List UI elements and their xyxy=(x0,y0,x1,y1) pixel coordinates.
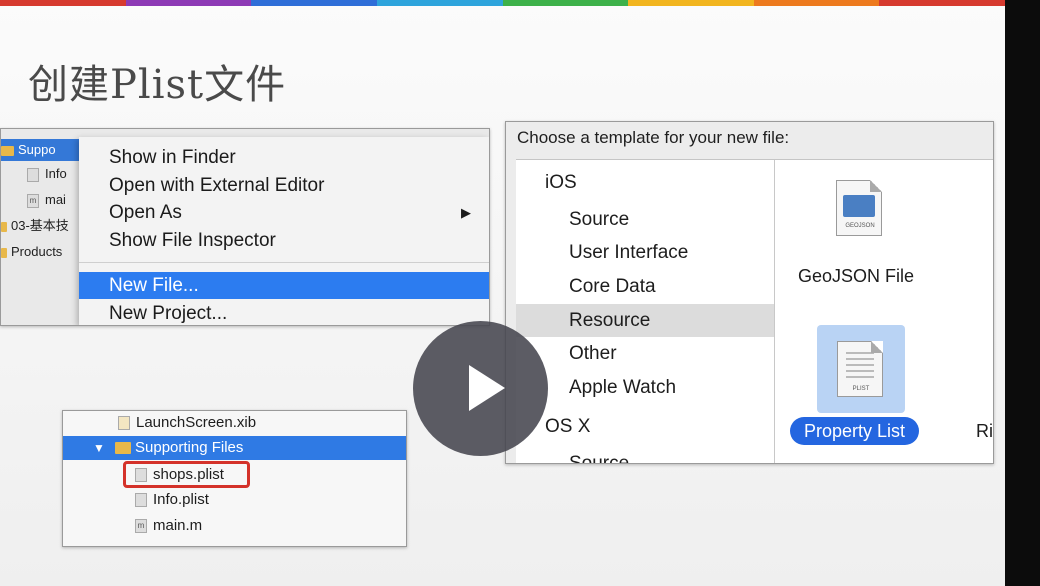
nav-row-main-m[interactable]: m main.m xyxy=(135,514,202,538)
m-file-icon: m xyxy=(27,193,39,208)
folder-icon xyxy=(115,442,131,455)
tree-label: mai xyxy=(45,192,66,207)
tree-row-info[interactable]: Info xyxy=(27,163,67,185)
menu-item-new-file[interactable]: New File... xyxy=(79,272,489,299)
menu-item-show-file-inspector[interactable]: Show File Inspector xyxy=(79,227,489,254)
geojson-file-icon[interactable]: GEOJSON xyxy=(836,180,882,236)
template-grid: GEOJSON GeoJSON File PLIST Property List… xyxy=(775,160,993,463)
tree-label: Suppo xyxy=(18,142,56,157)
stripe-segment xyxy=(125,0,252,6)
category-label: User Interface xyxy=(569,242,689,263)
stripe-segment xyxy=(251,0,378,6)
tree-row-group[interactable]: 03-基本技 xyxy=(1,215,69,237)
menu-item-label: New File... xyxy=(109,275,199,296)
nav-row-label: main.m xyxy=(153,517,203,534)
menu-item-label: Open with External Editor xyxy=(109,175,325,196)
category-ios[interactable]: iOS xyxy=(516,166,803,199)
disclosure-triangle-icon[interactable]: ▼ xyxy=(93,436,115,460)
stripe-segment xyxy=(879,0,1006,6)
template-category-list: iOS Source User Interface Core Data Reso… xyxy=(516,160,775,464)
stripe-segment xyxy=(628,0,755,6)
category-resource[interactable]: Resource xyxy=(516,304,774,337)
xib-file-icon xyxy=(118,416,130,431)
category-label: Source xyxy=(569,453,630,464)
menu-item-label: New Project... xyxy=(109,303,228,324)
tree-row-main[interactable]: m mai xyxy=(27,189,66,211)
template-property-list-label[interactable]: Property List xyxy=(790,417,920,445)
template-partial-label[interactable]: Ri xyxy=(976,421,993,442)
template-chooser-heading: Choose a template for your new file: xyxy=(517,128,790,147)
icon-caption: PLIST xyxy=(852,386,870,392)
folder-icon xyxy=(1,247,7,258)
category-source[interactable]: Source xyxy=(516,203,774,236)
globe-map-icon xyxy=(843,195,875,217)
play-icon xyxy=(469,365,505,411)
nav-row-label: Info.plist xyxy=(153,491,209,508)
category-label: iOS xyxy=(545,172,577,193)
project-navigator-panel: LaunchScreen.xib ▼ Supporting Files shops… xyxy=(62,410,407,547)
m-file-icon: m xyxy=(135,519,147,534)
annotation-highlight-box xyxy=(123,461,250,488)
category-other[interactable]: Other xyxy=(516,337,774,370)
category-osx-source[interactable]: Source xyxy=(516,447,774,464)
stripe-segment xyxy=(502,0,629,6)
list-lines-icon xyxy=(846,352,874,354)
category-apple-watch[interactable]: Apple Watch xyxy=(516,371,774,404)
plist-file-icon xyxy=(27,167,39,182)
nav-row-info-plist[interactable]: Info.plist xyxy=(135,488,209,512)
category-label: Core Data xyxy=(569,276,656,297)
menu-separator xyxy=(79,262,489,263)
category-user-interface[interactable]: User Interface xyxy=(516,236,774,269)
tree-row-products[interactable]: Products xyxy=(1,241,62,263)
category-label: OS X xyxy=(545,416,591,437)
template-geojson-label[interactable]: GeoJSON File xyxy=(798,266,914,287)
submenu-arrow-icon: ▶ xyxy=(461,205,471,220)
category-os-x[interactable]: OS X xyxy=(516,410,774,443)
menu-item-new-project[interactable]: New Project... xyxy=(79,300,489,325)
folder-icon xyxy=(1,145,14,156)
menu-item-open-external-editor[interactable]: Open with External Editor xyxy=(79,172,489,199)
category-label: Source xyxy=(569,209,630,230)
folder-icon xyxy=(1,221,7,232)
context-menu: Show in Finder Open with External Editor… xyxy=(79,137,489,325)
category-core-data[interactable]: Core Data xyxy=(516,270,774,303)
stripe-segment xyxy=(0,0,126,6)
menu-item-open-as[interactable]: Open As ▶ xyxy=(79,199,489,226)
tree-label: Products xyxy=(11,244,63,259)
nav-row-supporting-files[interactable]: ▼ Supporting Files xyxy=(63,436,406,460)
stripe-segment xyxy=(753,0,880,6)
slide-title: 创建Plist文件 xyxy=(28,62,287,108)
icon-caption: GEOJSON xyxy=(845,223,875,229)
video-letterbox xyxy=(1005,0,1040,586)
project-tree: Suppo Info m mai 03-基本技 Products xyxy=(1,129,311,325)
tree-label: 03-基本技 xyxy=(11,218,69,233)
video-play-button[interactable] xyxy=(413,321,548,456)
menu-item-label: Open As xyxy=(109,202,182,223)
nav-row-launchscreen[interactable]: LaunchScreen.xib xyxy=(118,411,256,435)
category-label: Resource xyxy=(569,310,651,331)
stripe-segment xyxy=(376,0,503,6)
template-chooser-panel: Choose a template for your new file: iOS… xyxy=(505,121,994,464)
nav-row-label: Supporting Files xyxy=(135,439,244,456)
context-menu-panel: Suppo Info m mai 03-基本技 Products Show in … xyxy=(0,128,490,326)
plist-file-icon[interactable]: PLIST xyxy=(837,341,883,397)
template-chooser-body: iOS Source User Interface Core Data Reso… xyxy=(516,159,993,464)
plist-file-icon xyxy=(135,493,147,508)
menu-item-show-in-finder[interactable]: Show in Finder xyxy=(79,144,489,171)
menu-item-label: Show in Finder xyxy=(109,147,236,168)
category-label: Apple Watch xyxy=(569,377,677,398)
menu-item-label: Show File Inspector xyxy=(109,230,276,251)
nav-row-label: LaunchScreen.xib xyxy=(136,414,257,431)
category-label: Other xyxy=(569,343,617,364)
tree-label: Info xyxy=(45,166,67,181)
